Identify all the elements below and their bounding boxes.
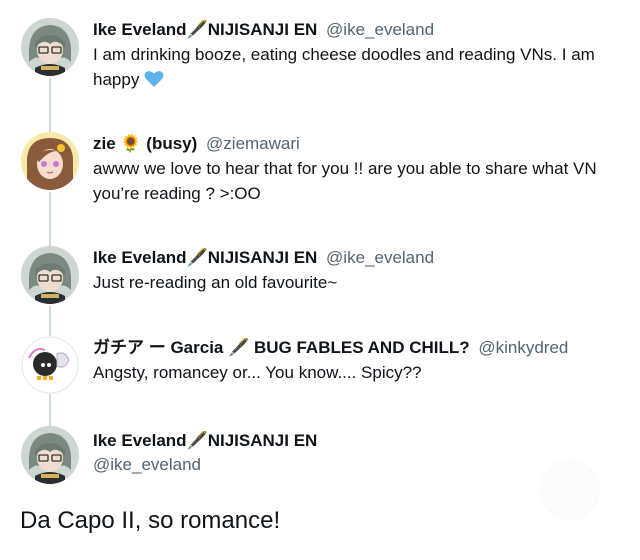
avatar[interactable] (21, 336, 79, 394)
display-name[interactable]: Ike Eveland🖋️NIJISANJI EN (93, 20, 317, 39)
display-name[interactable]: ガチア ー Garcia 🖋️ BUG FABLES AND CHILL? (93, 338, 470, 357)
thread-line (49, 192, 51, 246)
tweet-header: Ike Eveland🖋️NIJISANJI EN (93, 429, 628, 453)
user-handle[interactable]: @ziemawari (206, 134, 300, 153)
user-handle[interactable]: @ike_eveland (326, 248, 434, 267)
tweet-text: Angsty, romancey or... You know.... Spic… (93, 363, 422, 382)
user-handle[interactable]: @ike_eveland (326, 20, 434, 39)
avatar[interactable] (21, 426, 79, 484)
thread-line (49, 394, 51, 426)
tweet-header: Ike Eveland🖋️NIJISANJI EN @ike_eveland (93, 18, 628, 42)
tweet-text-content: I am drinking booze, eating cheese doodl… (93, 45, 595, 89)
tweet-text: Just re-reading an old favourite~ (93, 273, 338, 292)
tweet-text: I am drinking booze, eating cheese doodl… (93, 42, 628, 95)
conversation-thread: Ike Eveland🖋️NIJISANJI EN @ike_eveland I… (0, 0, 640, 560)
main-tweet-text: Da Capo II, so romance! (20, 507, 281, 534)
avatar[interactable] (21, 132, 79, 190)
thread-line (49, 306, 51, 336)
display-name[interactable]: Ike Eveland🖋️NIJISANJI EN (93, 431, 317, 450)
tweet-header: ガチア ー Garcia 🖋️ BUG FABLES AND CHILL? @k… (93, 336, 628, 360)
display-name[interactable]: zie 🌻 (busy) (93, 134, 197, 153)
tweet-header: Ike Eveland🖋️NIJISANJI EN @ike_eveland (93, 246, 628, 270)
user-handle[interactable]: @kinkydred (478, 338, 568, 357)
blue-heart-icon (144, 70, 164, 95)
avatar[interactable] (21, 246, 79, 304)
thread-line (49, 78, 51, 132)
display-name[interactable]: Ike Eveland🖋️NIJISANJI EN (93, 248, 317, 267)
avatar[interactable] (21, 18, 79, 76)
tweet-header: zie 🌻 (busy) @ziemawari (93, 132, 628, 156)
overflow-menu-button[interactable] (542, 462, 598, 518)
tweet-text: awww we love to hear that for you !! are… (93, 159, 597, 203)
